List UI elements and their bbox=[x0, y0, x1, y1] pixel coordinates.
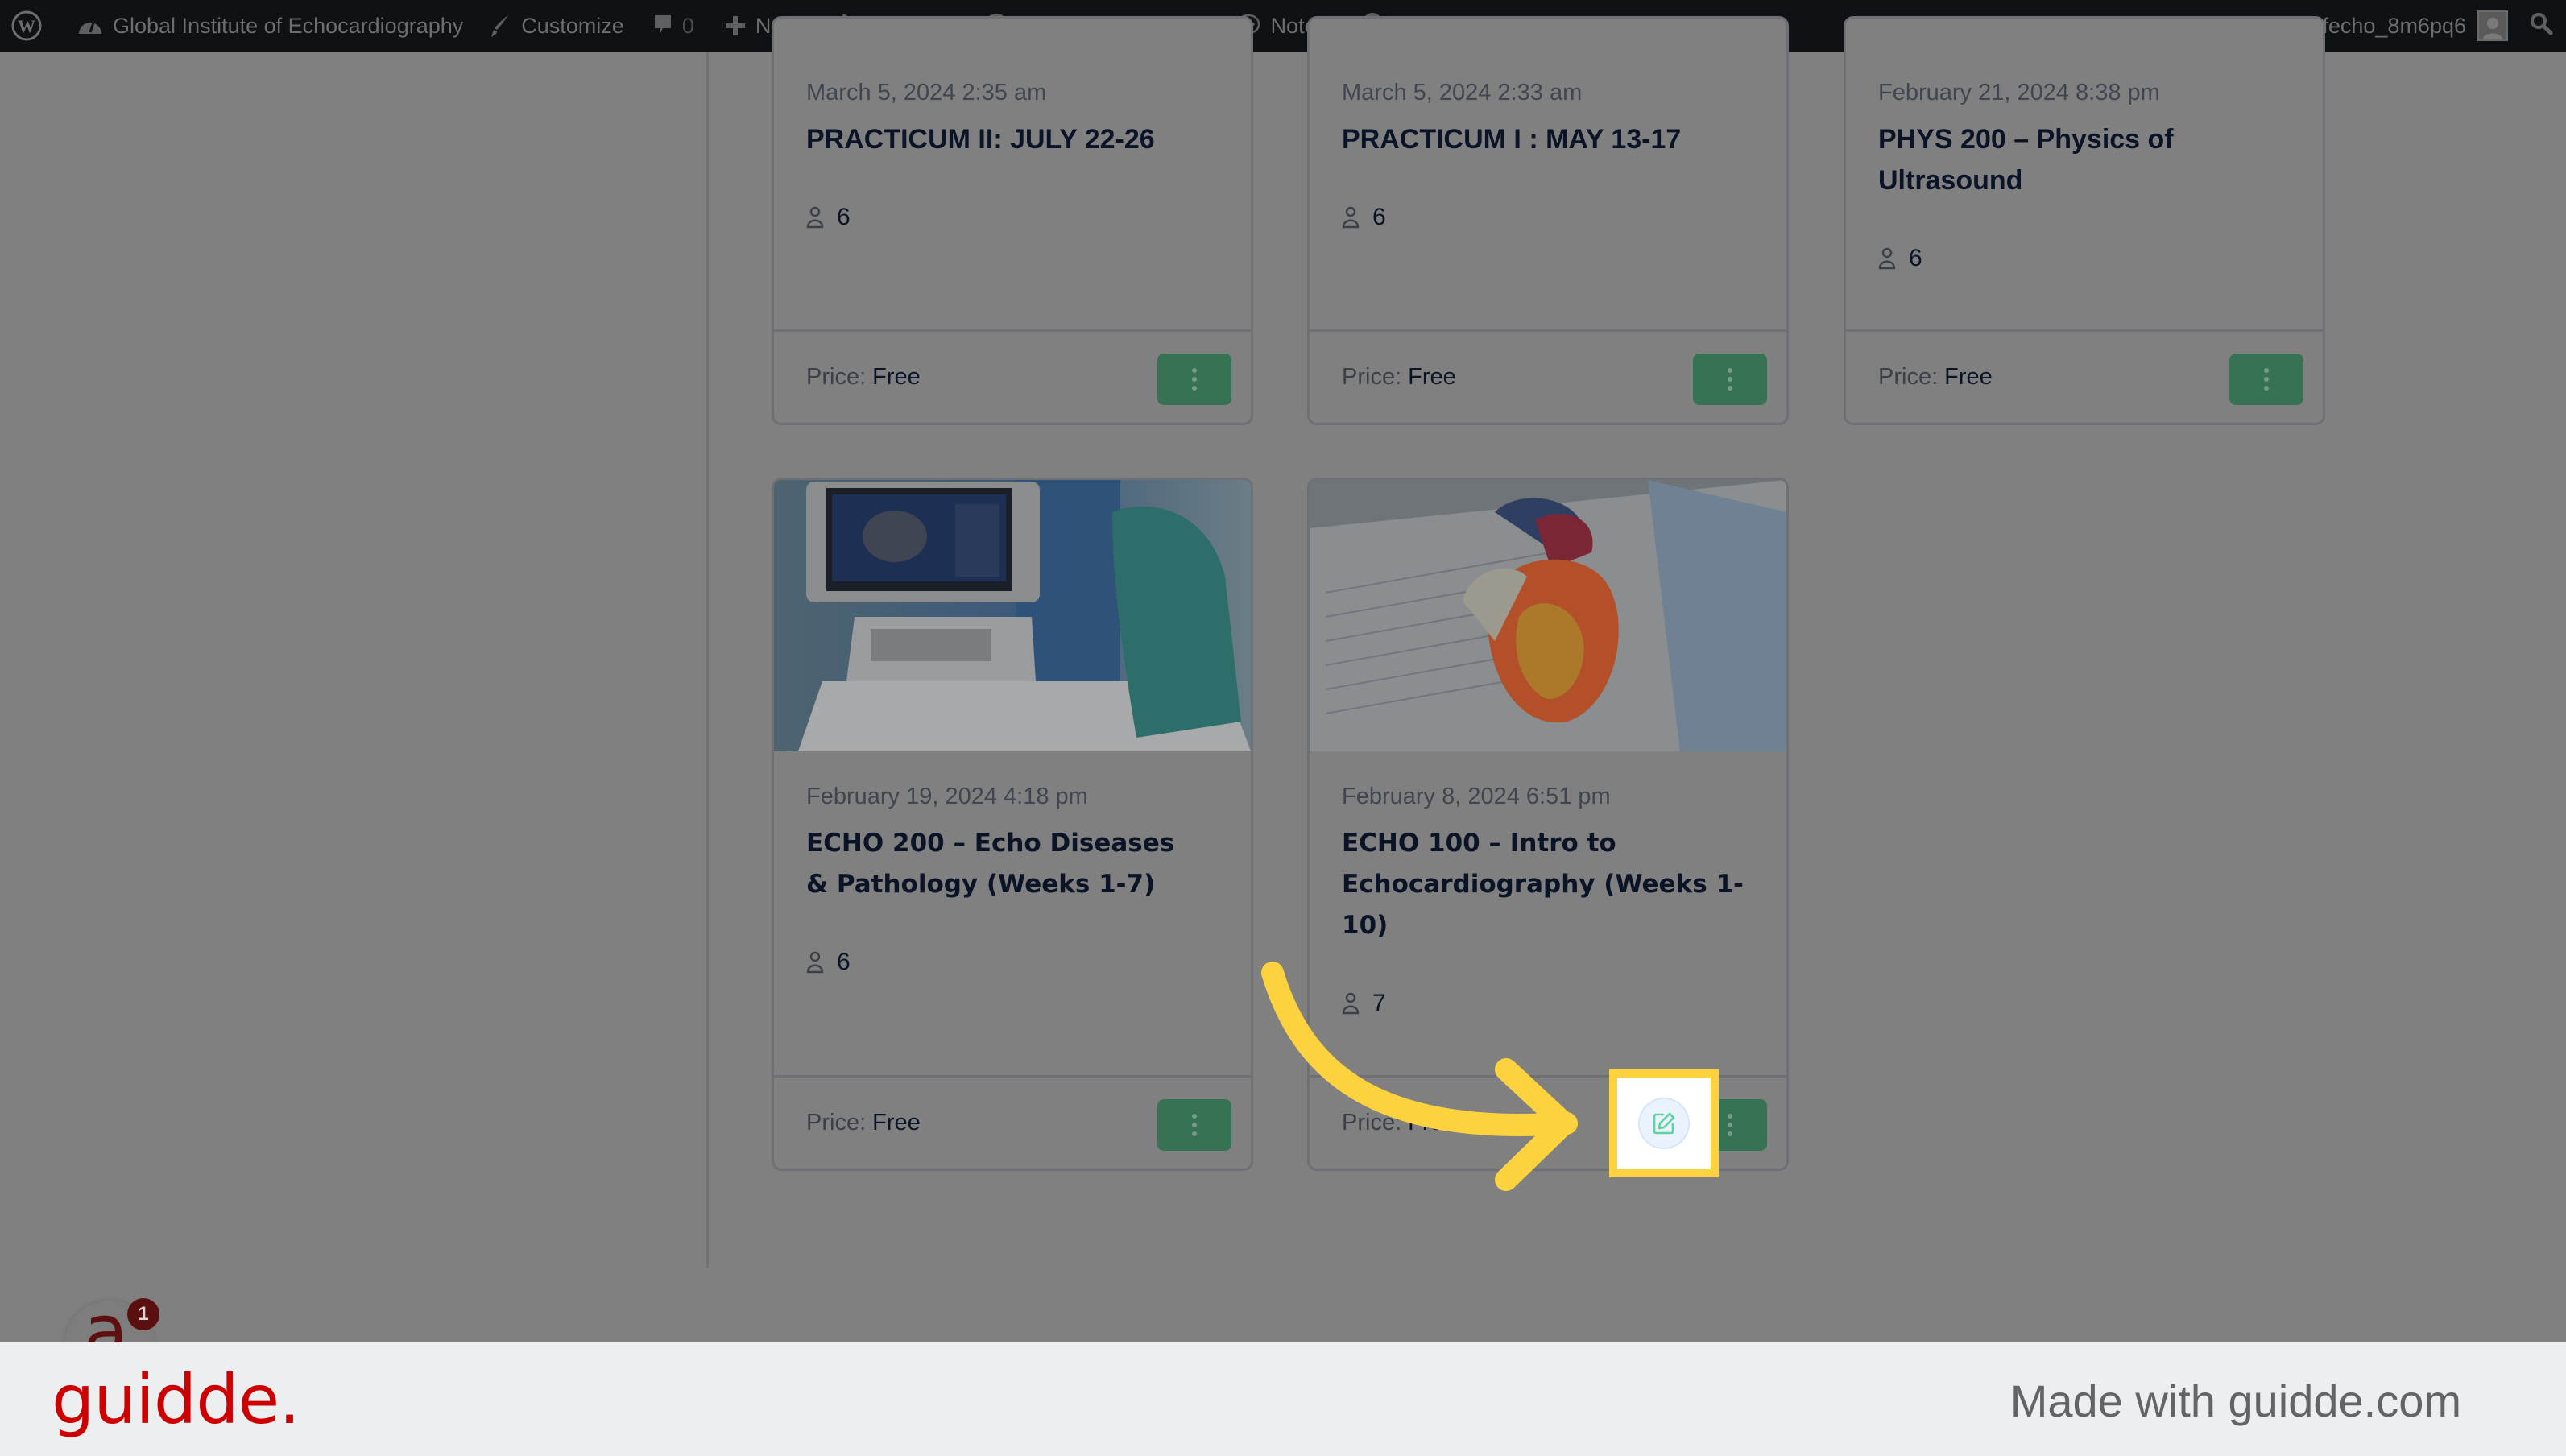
person-icon bbox=[806, 206, 824, 229]
wordpress-logo-button[interactable]: W bbox=[11, 0, 52, 52]
heart-model-image[interactable] bbox=[1310, 480, 1786, 751]
person-icon bbox=[1342, 206, 1360, 229]
dot bbox=[1192, 377, 1197, 382]
student-count: 6 bbox=[1372, 204, 1386, 230]
price-value: Free bbox=[1944, 364, 1993, 390]
course-date: February 21, 2024 8:38 pm bbox=[1878, 80, 2160, 105]
site-name-link[interactable]: Global Institute of Echocardiography bbox=[77, 0, 463, 52]
price-value: Free bbox=[872, 364, 921, 390]
course-students: 6 bbox=[806, 204, 1219, 231]
dot bbox=[1728, 377, 1732, 382]
comments-count: 0 bbox=[681, 13, 694, 38]
dot bbox=[1728, 386, 1732, 391]
course-menu-button[interactable] bbox=[1157, 354, 1231, 405]
course-students: 6 bbox=[1878, 245, 2291, 272]
course-title[interactable]: ECHO 100 – Intro to Echocardiography (We… bbox=[1342, 823, 1744, 946]
course-card[interactable]: February 21, 2024 8:38 pm PHYS 200 – Phy… bbox=[1844, 16, 2325, 425]
plus-icon bbox=[725, 15, 746, 36]
card-footer: Price: Free bbox=[1310, 329, 1786, 423]
course-menu-button[interactable] bbox=[1693, 354, 1767, 405]
guidde-logo: guidde. bbox=[52, 1360, 300, 1439]
course-card[interactable]: February 19, 2024 4:18 pm ECHO 200 – Ech… bbox=[772, 478, 1253, 1171]
edit-icon bbox=[1653, 1112, 1675, 1135]
customize-label: Customize bbox=[521, 13, 624, 38]
course-menu-button[interactable] bbox=[1157, 1099, 1231, 1151]
user-avatar bbox=[2477, 10, 2508, 41]
dot bbox=[1728, 1114, 1732, 1119]
dot bbox=[1192, 1114, 1197, 1119]
made-with-guidde: Made with guidde.com bbox=[2009, 1375, 2461, 1426]
price-label: Price: bbox=[806, 1110, 867, 1135]
content-sidebar-divider bbox=[706, 52, 709, 1268]
card-footer: Price: Free bbox=[1846, 329, 2323, 423]
course-card[interactable]: March 5, 2024 2:35 am PRACTICUM II: JULY… bbox=[772, 16, 1253, 425]
guidance-arrow-icon bbox=[1261, 962, 1578, 1191]
search-icon bbox=[2529, 11, 2553, 41]
price-value: Free bbox=[1408, 364, 1456, 390]
dashboard-icon bbox=[77, 14, 103, 37]
dot bbox=[2264, 368, 2269, 373]
course-date: February 8, 2024 6:51 pm bbox=[1342, 784, 1611, 809]
ultrasound-machine-image[interactable] bbox=[774, 480, 1251, 751]
dot bbox=[2264, 377, 2269, 382]
price-label: Price: bbox=[1342, 364, 1402, 390]
dot bbox=[1192, 386, 1197, 391]
course-menu-button[interactable] bbox=[2229, 354, 2303, 405]
person-icon bbox=[806, 951, 824, 974]
dot bbox=[1728, 1131, 1732, 1136]
course-title[interactable]: PRACTICUM I : MAY 13-17 bbox=[1342, 119, 1754, 160]
card-footer: Price: Free bbox=[774, 329, 1251, 423]
dot bbox=[2264, 386, 2269, 391]
price-label: Price: bbox=[1878, 364, 1939, 390]
svg-text:W: W bbox=[18, 16, 35, 36]
dot bbox=[1192, 368, 1197, 373]
comment-icon bbox=[653, 14, 673, 38]
course-card[interactable]: March 5, 2024 2:33 am PRACTICUM I : MAY … bbox=[1307, 16, 1789, 425]
notification-badge: 1 bbox=[127, 1298, 159, 1330]
dot bbox=[1192, 1131, 1197, 1136]
course-title[interactable]: PRACTICUM II: JULY 22-26 bbox=[806, 119, 1219, 160]
course-date: February 19, 2024 4:18 pm bbox=[806, 784, 1088, 809]
dot bbox=[1728, 1123, 1732, 1127]
price-value: Free bbox=[872, 1110, 921, 1135]
course-title[interactable]: PHYS 200 – Physics of Ultrasound bbox=[1878, 119, 2216, 201]
person-icon bbox=[1878, 247, 1896, 270]
wordpress-icon: W bbox=[11, 10, 42, 41]
site-name: Global Institute of Echocardiography bbox=[113, 13, 464, 38]
student-count: 6 bbox=[837, 949, 851, 975]
dot bbox=[1192, 1123, 1197, 1127]
student-count: 6 bbox=[1909, 245, 1922, 271]
card-footer: Price: Free bbox=[774, 1075, 1251, 1169]
customize-link[interactable]: Customize bbox=[490, 0, 624, 52]
student-count: 6 bbox=[837, 204, 851, 230]
course-date: March 5, 2024 2:35 am bbox=[806, 80, 1047, 105]
dot bbox=[1728, 368, 1732, 373]
edit-course-button[interactable] bbox=[1638, 1098, 1690, 1149]
comments-link[interactable]: 0 bbox=[653, 0, 694, 52]
course-students: 6 bbox=[806, 949, 1219, 976]
search-button[interactable] bbox=[2529, 0, 2553, 52]
course-date: March 5, 2024 2:33 am bbox=[1342, 80, 1583, 105]
paintbrush-icon bbox=[490, 14, 511, 38]
course-students: 6 bbox=[1342, 204, 1754, 231]
price-label: Price: bbox=[806, 364, 867, 390]
guidde-footer: guidde. Made with guidde.com bbox=[0, 1342, 2566, 1456]
course-title[interactable]: ECHO 200 – Echo Diseases & Pathology (We… bbox=[806, 823, 1201, 905]
